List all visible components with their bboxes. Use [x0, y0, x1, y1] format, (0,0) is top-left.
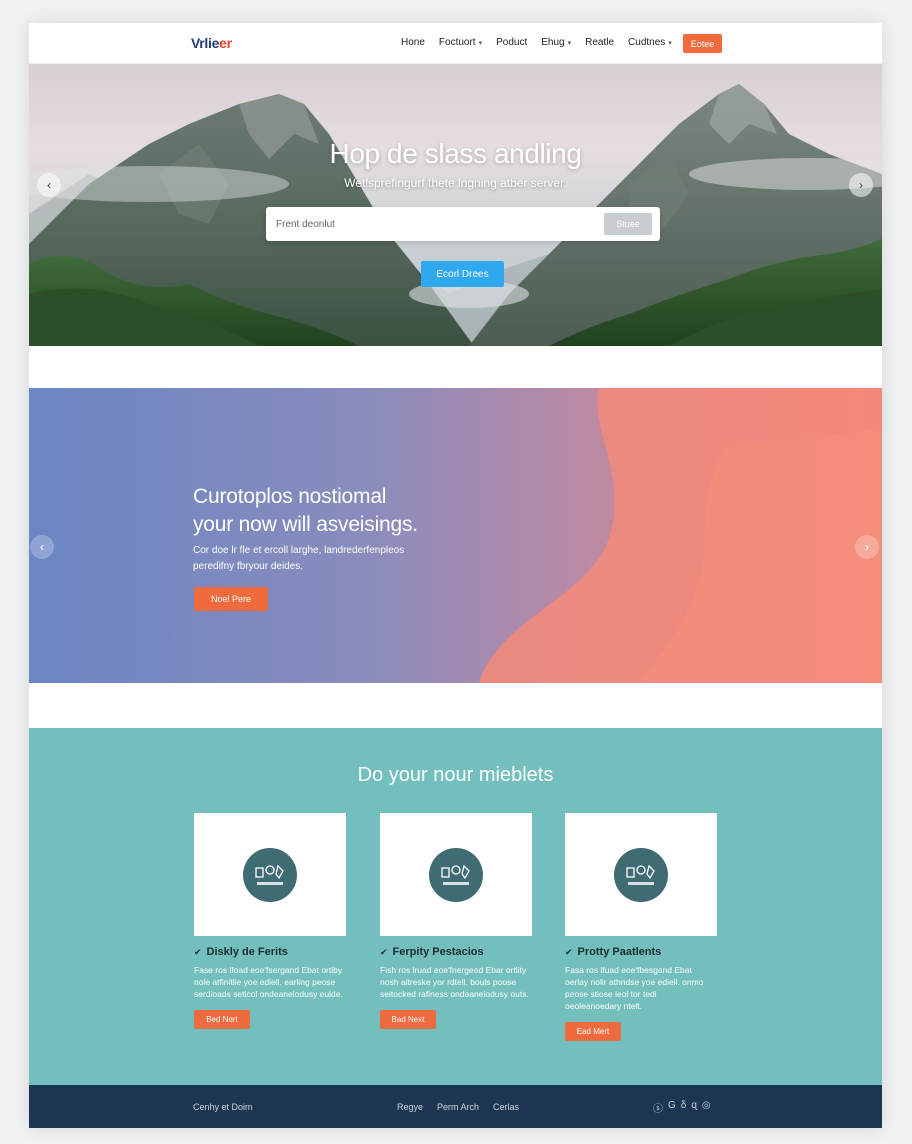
menu-item-blog[interactable]: Ehug ▾: [541, 37, 571, 48]
hero-cta-button[interactable]: Ecorl Drees: [421, 261, 504, 287]
check-icon: ✔: [194, 946, 202, 957]
feature-card-button[interactable]: Bed Nert: [194, 1010, 250, 1029]
footer-copyright: Cenhy et Doim: [193, 1102, 253, 1112]
mountain-illustration: [29, 84, 882, 346]
feature-card-button[interactable]: Bad Next: [380, 1010, 436, 1029]
promo-title: Curotoplos nostiomal your now will asvei…: [193, 483, 523, 539]
check-icon: ✔: [565, 946, 573, 957]
social-icon-1[interactable]: ⓢ: [653, 1100, 663, 1115]
menu-item-customers[interactable]: Cudtnes ▾: [628, 37, 672, 48]
top-navbar: Vrlieer Hone Foctuort ▾ Poduct Ehug ▾ Reat…: [29, 23, 882, 64]
tools-badge-icon: [243, 847, 297, 902]
social-icon-5[interactable]: ◎: [702, 1100, 711, 1115]
social-icon-3[interactable]: δ: [681, 1100, 687, 1115]
feature-card: ✔ Diskly de Ferits Fase ros lfoad eoe'fse…: [194, 813, 346, 1029]
footer-social-icons: ⓢ G δ ɋ ◎: [653, 1100, 711, 1115]
feature-card-title: ✔ Ferpity Pestacios: [380, 946, 532, 958]
features-section: Do your nour mieblets ✔ Diskly de Ferits …: [29, 728, 882, 1085]
feature-card-title: ✔ Protty Paatlents: [565, 946, 717, 958]
feature-card-text: Fish ros lruad eoe'fnergeed Ebar ortlity…: [380, 965, 529, 999]
site-logo[interactable]: Vrlieer: [191, 35, 232, 51]
tools-badge-icon: [614, 847, 668, 902]
menu-item-resources[interactable]: Reatle: [585, 37, 614, 48]
promo-prev-arrow-icon[interactable]: ‹: [30, 535, 54, 559]
hero-search-bar: Stuee: [266, 207, 660, 241]
feature-card-image: [565, 813, 717, 936]
feature-card-image: [380, 813, 532, 936]
menu-item-product[interactable]: Poduct: [496, 37, 527, 48]
features-title: Do your nour mieblets: [357, 764, 554, 786]
tools-badge-icon: [429, 847, 483, 902]
footer-link[interactable]: Cerlas: [493, 1102, 519, 1112]
promo-next-arrow-icon[interactable]: ›: [855, 535, 879, 559]
check-icon: ✔: [380, 946, 388, 957]
promo-text: Cor doe lr fle et ercoll larghe, landred…: [193, 543, 493, 575]
footer-links: Regye Perm Arch Cerlas: [397, 1102, 519, 1112]
logo-text-part2: er: [219, 35, 232, 51]
google-icon[interactable]: G: [668, 1100, 676, 1115]
footer-link[interactable]: Perm Arch: [437, 1102, 479, 1112]
search-button[interactable]: Stuee: [604, 213, 652, 235]
menu-item-label: Hone: [401, 37, 425, 48]
logo-text-part1: Vrlie: [191, 35, 220, 51]
hero-subtitle: Wetlsprefingurf thete lngning atber serv…: [344, 176, 567, 190]
search-input[interactable]: [276, 215, 586, 233]
feature-card-title: ✔ Diskly de Ferits: [194, 946, 346, 958]
feature-card-button[interactable]: Ead Mert: [565, 1022, 621, 1041]
nav-cta-button[interactable]: Eotee: [683, 34, 722, 53]
feature-card: ✔ Protty Paatlents Fasa ros lfuad eoe'fbe…: [565, 813, 717, 1041]
feature-card-title-text: Ferpity Pestacios: [392, 946, 484, 958]
feature-card-text: Fase ros lfoad eoe'fsergand Ebat ortiby …: [194, 965, 343, 999]
menu-item-label: Ehug: [541, 37, 565, 48]
social-icon-4[interactable]: ɋ: [691, 1100, 697, 1115]
promo-text-line1: Cor doe lr fle et ercoll larghe, landred…: [193, 545, 405, 556]
feature-card-text: Fasa ros lfuad eoe'fbesgand Ebat oerlay …: [565, 965, 704, 1011]
promo-title-line2: your now will asveisings.: [193, 513, 418, 536]
feature-card-title-text: Diskly de Ferits: [206, 946, 288, 958]
main-menu: Hone Foctuort ▾ Poduct Ehug ▾ Reatle Cudtn…: [401, 37, 686, 48]
chevron-down-icon: ▾: [567, 39, 572, 47]
chevron-down-icon: ▾: [668, 39, 672, 47]
feature-card-title-text: Protty Paatlents: [577, 946, 662, 958]
promo-title-line1: Curotoplos nostiomal: [193, 485, 387, 508]
hero-title: Hop de slass andling: [329, 138, 582, 169]
menu-item-label: Poduct: [496, 37, 528, 48]
page: Vrlieer Hone Foctuort ▾ Poduct Ehug ▾ Reat…: [29, 23, 882, 1128]
hero-next-arrow-icon[interactable]: ›: [849, 173, 873, 197]
promo-slider: Curotoplos nostiomal your now will asvei…: [29, 388, 882, 683]
feature-card: ✔ Ferpity Pestacios Fish ros lruad eoe'fn…: [380, 813, 532, 1029]
menu-item-label: Reatle: [585, 37, 615, 48]
hero-prev-arrow-icon[interactable]: ‹: [37, 173, 61, 197]
menu-item-home[interactable]: Hone: [401, 37, 425, 48]
footer-link[interactable]: Regye: [397, 1102, 423, 1112]
promo-text-line2: peredifny fbryour deides.: [193, 561, 304, 572]
feature-card-image: [194, 813, 346, 936]
menu-item-label: Foctuort: [438, 37, 476, 48]
hero-banner: Hop de slass andling Wetlsprefingurf the…: [29, 64, 882, 346]
site-footer: Cenhy et Doim Regye Perm Arch Cerlas ⓢ G…: [29, 1085, 882, 1128]
chevron-down-icon: ▾: [478, 39, 483, 47]
menu-item-features[interactable]: Foctuort ▾: [439, 37, 482, 48]
promo-cta-button[interactable]: Noel Pere: [194, 587, 268, 611]
menu-item-label: Cudtnes: [628, 37, 666, 48]
